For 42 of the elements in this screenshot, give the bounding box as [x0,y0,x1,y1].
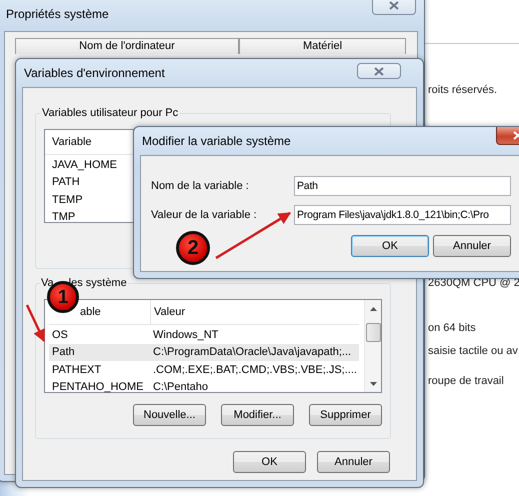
window-title: Variables d'environnement [23,66,165,80]
list-row[interactable]: Path C:\ProgramData\Oracle\Java\javapath;... [49,344,359,361]
field-label: Valeur de la variable : [151,209,258,221]
field-label: Nom de la variable : [151,180,250,192]
table-cell-text: TEMP [51,194,84,206]
scroll-up-icon[interactable] [370,307,376,311]
tab[interactable]: Matériel [239,38,406,54]
close-icon [374,66,384,76]
arrow [26,304,46,342]
dialog-button[interactable]: Annuler [433,235,511,257]
info-text: on 64 bits [428,322,476,334]
table-cell-text: OS [51,328,69,341]
input-field[interactable]: Program Files\java\jdk1.8.0_121\bin;C:\Pro [294,205,511,225]
dialog-button[interactable]: OK [233,451,306,473]
dialog-button[interactable]: Modifier... [221,404,294,426]
input-field[interactable]: Path [294,176,511,196]
list-row[interactable]: OS Windows_NT [49,326,359,344]
tab[interactable]: Nom de l'ordinateur [15,38,239,54]
close-icon [389,1,399,10]
info-text: saisie tactile ou av [428,345,518,357]
dialog-button[interactable]: OK [351,235,429,257]
table-cell-text: Windows_NT [152,328,218,341]
table-cell-text: Path [51,346,76,358]
scroll-thumb[interactable] [366,323,380,342]
table-cell-text: .COM;.EXE;.BAT;.CMD;.VBS;.VBE;.JS;.... [152,364,357,376]
list-row[interactable]: PATHEXT .COM;.EXE;.BAT;.CMD;.VBS;.VBE;.JS;.... [49,361,359,378]
table-cell-text: PATHEXT [51,364,102,376]
window-title: Propriétés système [5,7,109,21]
window-title: Modifier la variable système [141,134,291,148]
column-header[interactable]: Valeur [150,300,185,324]
info-text: roits réservés. [428,84,498,96]
dialog-button[interactable]: Supprimer [309,404,382,426]
dialog-button[interactable]: Nouvelle... [133,404,206,426]
column-header[interactable]: able [79,306,150,318]
dialog-button[interactable]: Annuler [317,451,390,473]
table-cell-text: C:\ProgramData\Oracle\Java\javapath;... [152,346,352,358]
table-cell-text: JAVA_HOME [51,158,118,171]
scroll-down-icon[interactable] [370,382,376,386]
table-cell-text: C:\Pentaho [152,381,208,392]
scrollbar[interactable] [364,300,381,392]
group-title: Variables utilisateur pour Pc [40,106,180,120]
info-text: roupe de travail [428,375,504,387]
